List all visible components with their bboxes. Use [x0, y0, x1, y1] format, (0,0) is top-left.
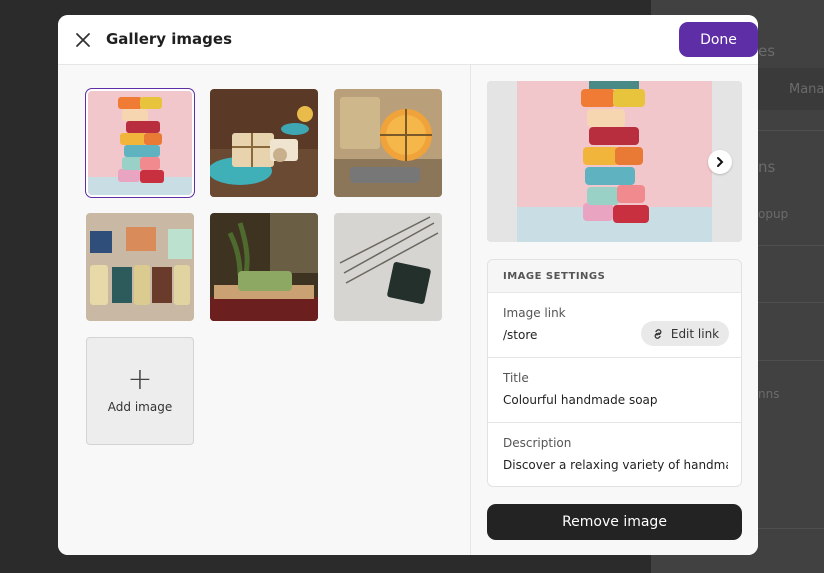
edit-link-label: Edit link — [670, 326, 720, 341]
edit-link-button[interactable]: Edit link — [641, 321, 729, 346]
background-text: opup — [758, 207, 789, 221]
background-text: nns — [758, 387, 780, 401]
description-field[interactable]: Description Discover a relaxing variety … — [488, 423, 741, 487]
title-field[interactable]: Title Colourful handmade soap — [488, 358, 741, 423]
image-preview — [487, 81, 742, 242]
image-details-pane: IMAGE SETTINGS Image link /store Edit li… — [471, 65, 758, 555]
gallery-thumbnail[interactable] — [334, 89, 442, 197]
title-value[interactable]: Colourful handmade soap — [503, 393, 728, 407]
background-text: ns — [758, 158, 776, 176]
image-link-label: Image link — [503, 306, 566, 320]
image-settings-card: IMAGE SETTINGS Image link /store Edit li… — [487, 259, 742, 487]
gallery-thumbnail[interactable] — [334, 213, 442, 321]
link-icon — [654, 328, 662, 339]
next-image-button[interactable] — [708, 150, 732, 174]
image-settings-heading: IMAGE SETTINGS — [488, 260, 741, 293]
gallery-thumbnail[interactable] — [86, 89, 194, 197]
modal-title: Gallery images — [106, 30, 233, 48]
background-text: es — [758, 42, 776, 60]
add-image-button[interactable]: + Add image — [86, 337, 194, 445]
background-text: Mana — [789, 82, 824, 97]
chevron-right-icon — [717, 157, 724, 167]
plus-icon: + — [127, 362, 153, 397]
image-link-field: Image link /store Edit link — [488, 293, 741, 358]
title-label: Title — [503, 371, 529, 385]
remove-image-button[interactable]: Remove image — [487, 504, 742, 540]
add-image-label: Add image — [107, 400, 173, 414]
gallery-images-modal: Gallery images Done + Add image IMAGE SE… — [58, 15, 758, 555]
gallery-thumbnail[interactable] — [210, 89, 318, 197]
done-button[interactable]: Done — [679, 22, 758, 57]
modal-header: Gallery images Done — [58, 15, 758, 65]
image-grid: + Add image — [58, 65, 471, 555]
gallery-thumbnail[interactable] — [86, 213, 194, 321]
description-label: Description — [503, 436, 572, 450]
gallery-thumbnail[interactable] — [210, 213, 318, 321]
description-value[interactable]: Discover a relaxing variety of handma — [503, 458, 728, 472]
close-icon[interactable] — [72, 29, 94, 51]
